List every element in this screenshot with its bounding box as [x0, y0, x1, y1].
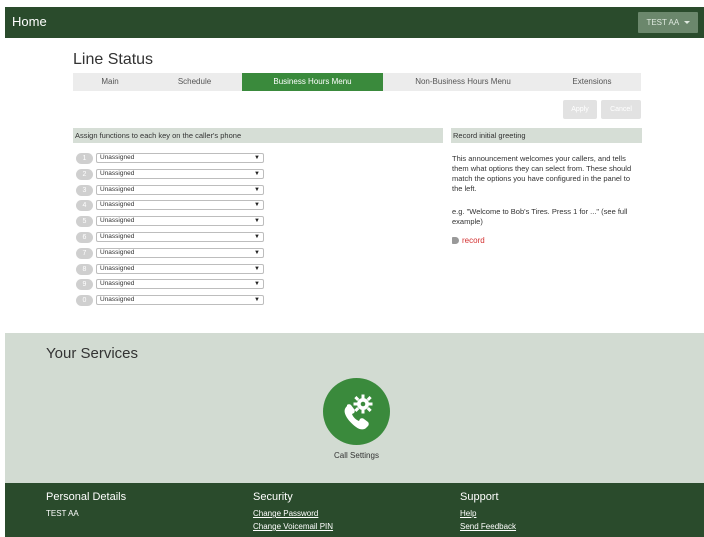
change-password-link[interactable]: Change Password [253, 507, 333, 520]
key-number: 4 [76, 200, 93, 211]
key-function-value: Unassigned [100, 249, 135, 256]
key-function-select[interactable]: Unassigned ▼ [96, 295, 264, 305]
user-menu-button[interactable]: TEST AA [638, 12, 698, 33]
dropdown-arrow-icon: ▼ [254, 297, 260, 303]
key-row: 5 Unassigned ▼ [76, 216, 266, 227]
key-number: 0 [76, 295, 93, 306]
key-function-select[interactable]: Unassigned ▼ [96, 279, 264, 289]
footer-heading: Personal Details [46, 491, 127, 503]
key-function-value: Unassigned [100, 233, 135, 240]
assign-panel-header: Assign functions to each key on the call… [73, 128, 443, 143]
footer-support: Support Help Send Feedback [460, 491, 516, 533]
help-link[interactable]: Help [460, 507, 516, 520]
key-function-select[interactable]: Unassigned ▼ [96, 264, 264, 274]
apply-button[interactable]: Apply [563, 100, 597, 119]
dropdown-arrow-icon: ▼ [254, 266, 260, 272]
key-function-value: Unassigned [100, 201, 135, 208]
key-row: 3 Unassigned ▼ [76, 185, 266, 196]
key-function-value: Unassigned [100, 296, 135, 303]
key-function-select[interactable]: Unassigned ▼ [96, 153, 264, 163]
record-button[interactable]: record [452, 236, 485, 245]
tab-non-business-hours-menu[interactable]: Non-Business Hours Menu [383, 73, 543, 91]
key-function-value: Unassigned [100, 154, 135, 161]
key-function-value: Unassigned [100, 280, 135, 287]
dropdown-arrow-icon: ▼ [254, 250, 260, 256]
key-number: 2 [76, 169, 93, 180]
footer: Personal Details TEST AA Security Change… [5, 483, 704, 537]
key-function-select[interactable]: Unassigned ▼ [96, 232, 264, 242]
key-function-value: Unassigned [100, 265, 135, 272]
footer-security: Security Change Password Change Voicemai… [253, 491, 333, 533]
footer-heading: Support [460, 491, 499, 503]
call-settings-label: Call Settings [334, 451, 379, 460]
dropdown-arrow-icon: ▼ [254, 171, 260, 177]
greeting-panel-header: Record initial greeting [451, 128, 642, 143]
cancel-button[interactable]: Cancel [601, 100, 641, 119]
page-title: Line Status [73, 51, 154, 68]
key-row: 6 Unassigned ▼ [76, 232, 266, 243]
footer-heading: Security [253, 491, 293, 503]
services-title: Your Services [46, 345, 138, 362]
key-function-value: Unassigned [100, 186, 135, 193]
dropdown-arrow-icon: ▼ [254, 218, 260, 224]
tab-extensions[interactable]: Extensions [543, 73, 641, 91]
key-row: 7 Unassigned ▼ [76, 248, 266, 259]
home-link[interactable]: Home [12, 14, 47, 29]
key-number: 9 [76, 279, 93, 290]
services-section: Your Services Call Settings [5, 333, 704, 483]
key-function-select[interactable]: Unassigned ▼ [96, 169, 264, 179]
key-number: 5 [76, 216, 93, 227]
footer-personal-details: Personal Details TEST AA [46, 491, 126, 520]
tab-business-hours-menu[interactable]: Business Hours Menu [242, 73, 383, 91]
key-row: 2 Unassigned ▼ [76, 169, 266, 180]
key-row: 0 Unassigned ▼ [76, 295, 266, 306]
key-row: 4 Unassigned ▼ [76, 200, 266, 211]
key-number: 6 [76, 232, 93, 243]
key-row: 1 Unassigned ▼ [76, 153, 266, 164]
dropdown-arrow-icon: ▼ [254, 234, 260, 240]
tab-main[interactable]: Main [73, 73, 147, 91]
send-feedback-link[interactable]: Send Feedback [460, 520, 516, 533]
phone-gear-icon [344, 394, 373, 430]
greeting-description: This announcement welcomes your callers,… [452, 154, 632, 193]
key-row: 9 Unassigned ▼ [76, 279, 266, 290]
greeting-example: e.g. "Welcome to Bob's Tires. Press 1 fo… [452, 207, 628, 226]
dropdown-arrow-icon: ▼ [254, 281, 260, 287]
key-number: 1 [76, 153, 93, 164]
speaker-icon [452, 237, 459, 244]
key-function-value: Unassigned [100, 217, 135, 224]
key-function-select[interactable]: Unassigned ▼ [96, 248, 264, 258]
call-settings-button[interactable] [323, 378, 390, 445]
caret-down-icon [684, 21, 690, 25]
footer-user-name: TEST AA [46, 509, 79, 518]
tab-schedule[interactable]: Schedule [147, 73, 242, 91]
key-function-select[interactable]: Unassigned ▼ [96, 200, 264, 210]
dropdown-arrow-icon: ▼ [254, 155, 260, 161]
key-number: 3 [76, 185, 93, 196]
tab-bar: Main Schedule Business Hours Menu Non-Bu… [73, 73, 641, 91]
key-number: 8 [76, 264, 93, 275]
key-function-select[interactable]: Unassigned ▼ [96, 185, 264, 195]
key-row: 8 Unassigned ▼ [76, 264, 266, 275]
record-label: record [462, 236, 485, 245]
key-function-value: Unassigned [100, 170, 135, 177]
key-number: 7 [76, 248, 93, 259]
key-function-select[interactable]: Unassigned ▼ [96, 216, 264, 226]
dropdown-arrow-icon: ▼ [254, 202, 260, 208]
top-navbar: Home TEST AA [5, 7, 704, 38]
user-name: TEST AA [646, 18, 679, 27]
change-voicemail-pin-link[interactable]: Change Voicemail PIN [253, 520, 333, 533]
dropdown-arrow-icon: ▼ [254, 187, 260, 193]
